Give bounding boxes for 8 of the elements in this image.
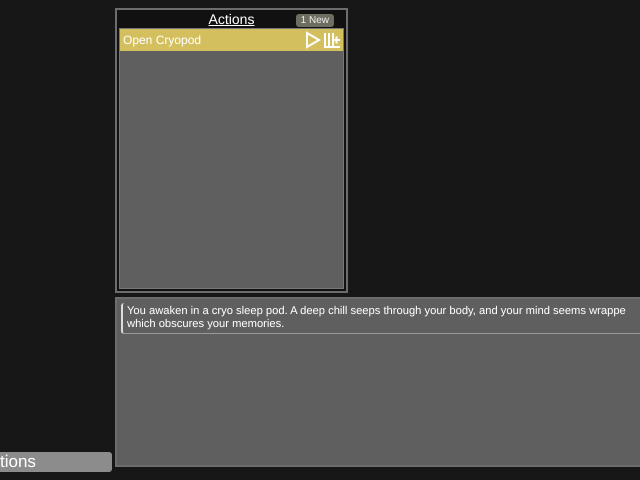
side-button[interactable]: tions [0,452,112,472]
panel-title: Actions [208,11,254,27]
action-label: Open Cryopod [123,33,202,47]
story-text: You awaken in a cryo sleep pod. A deep chill seeps through your body, and your mind seems wrappe which obscures your memories. [121,303,640,334]
new-badge: 1 New [296,14,334,27]
action-item[interactable]: Open Cryopod [120,29,343,51]
play-icon[interactable] [305,31,321,49]
add-column-icon[interactable] [323,31,341,49]
